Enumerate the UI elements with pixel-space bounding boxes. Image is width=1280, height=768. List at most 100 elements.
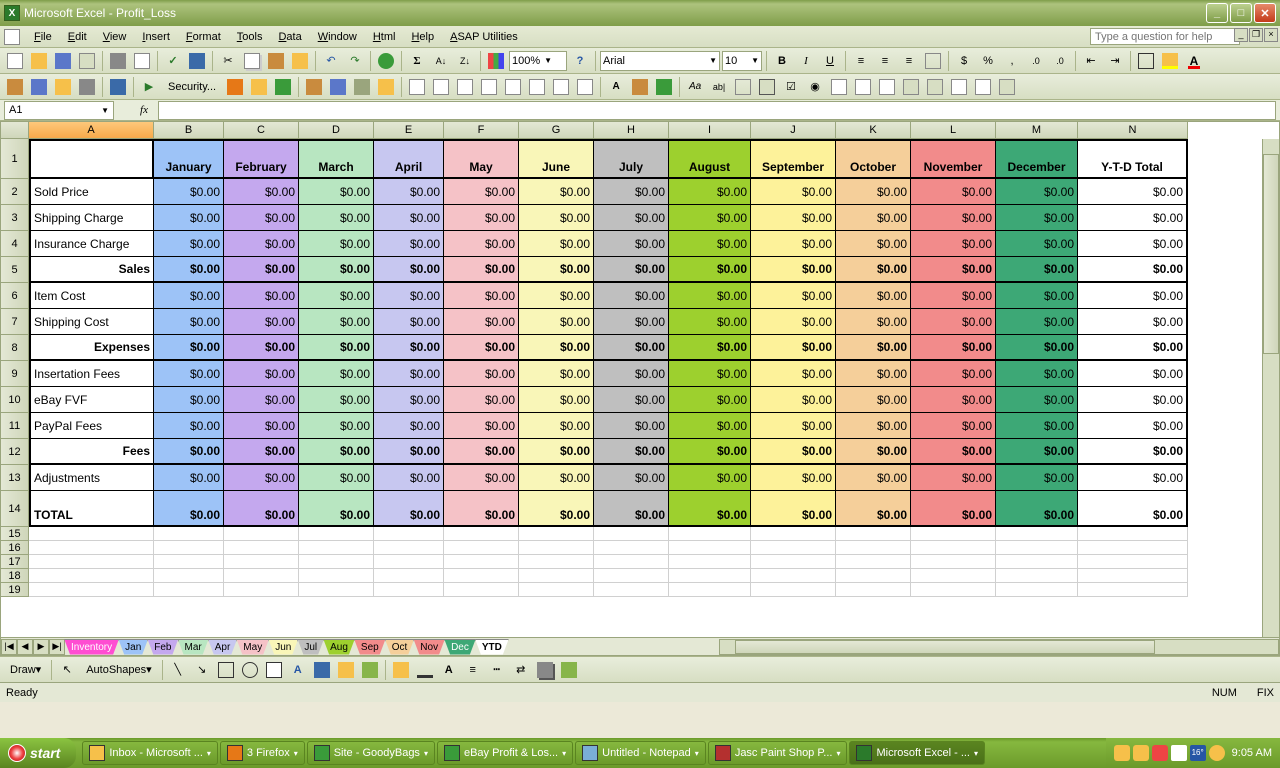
col-header-E[interactable]: E — [374, 122, 444, 139]
data-cell[interactable]: $0.00 — [374, 439, 444, 465]
data-cell[interactable]: $0.00 — [911, 179, 996, 205]
empty-cell[interactable] — [444, 583, 519, 597]
empty-cell[interactable] — [154, 583, 224, 597]
row-label-cell[interactable]: Shipping Cost — [29, 309, 154, 335]
data-cell[interactable]: $0.00 — [154, 413, 224, 439]
empty-cell[interactable] — [1078, 527, 1188, 541]
data-cell[interactable]: $0.00 — [594, 309, 669, 335]
addin-icon-5[interactable] — [406, 76, 428, 98]
shadow-button[interactable] — [534, 659, 556, 681]
data-cell[interactable]: $0.00 — [911, 257, 996, 283]
data-cell[interactable]: $0.00 — [669, 335, 751, 361]
data-cell[interactable]: $0.00 — [1078, 257, 1188, 283]
data-cell[interactable]: $0.00 — [911, 387, 996, 413]
data-cell[interactable]: $0.00 — [444, 491, 519, 527]
empty-cell[interactable] — [1078, 569, 1188, 583]
month-header-cell[interactable] — [29, 139, 154, 179]
empty-cell[interactable] — [836, 541, 911, 555]
empty-cell[interactable] — [996, 583, 1078, 597]
row-header-15[interactable]: 15 — [1, 527, 29, 541]
row-label-cell[interactable]: eBay FVF — [29, 387, 154, 413]
data-cell[interactable]: $0.00 — [996, 439, 1078, 465]
empty-cell[interactable] — [224, 569, 299, 583]
tab-nav-last[interactable]: ▶| — [49, 639, 65, 655]
dash-style-button[interactable]: ┅ — [486, 659, 508, 681]
month-header-cell[interactable]: December — [996, 139, 1078, 179]
data-cell[interactable]: $0.00 — [1078, 283, 1188, 309]
addin-icon-9[interactable] — [502, 76, 524, 98]
empty-cell[interactable] — [374, 569, 444, 583]
data-cell[interactable]: $0.00 — [751, 257, 836, 283]
empty-cell[interactable] — [224, 555, 299, 569]
empty-cell[interactable] — [154, 555, 224, 569]
vertical-scrollbar[interactable] — [1262, 139, 1279, 637]
data-cell[interactable]: $0.00 — [594, 361, 669, 387]
data-cell[interactable]: $0.00 — [1078, 335, 1188, 361]
sort-asc-button[interactable]: A↓ — [430, 50, 452, 72]
data-cell[interactable]: $0.00 — [751, 413, 836, 439]
empty-cell[interactable] — [444, 527, 519, 541]
font-color-button[interactable]: A — [1183, 50, 1205, 72]
toolbar-icon-5[interactable] — [107, 76, 129, 98]
row-header-1[interactable]: 1 — [1, 139, 29, 179]
row-header-16[interactable]: 16 — [1, 541, 29, 555]
data-cell[interactable]: $0.00 — [444, 179, 519, 205]
addin-icon-12[interactable] — [574, 76, 596, 98]
data-cell[interactable]: $0.00 — [299, 491, 374, 527]
data-cell[interactable]: $0.00 — [224, 387, 299, 413]
data-cell[interactable]: $0.00 — [444, 205, 519, 231]
row-header-4[interactable]: 4 — [1, 231, 29, 257]
data-cell[interactable]: $0.00 — [519, 361, 594, 387]
row-header-12[interactable]: 12 — [1, 439, 29, 465]
empty-cell[interactable] — [669, 555, 751, 569]
data-cell[interactable]: $0.00 — [669, 491, 751, 527]
empty-cell[interactable] — [594, 541, 669, 555]
data-cell[interactable]: $0.00 — [444, 257, 519, 283]
decrease-decimal-button[interactable]: .0 — [1049, 50, 1071, 72]
vba-button[interactable] — [224, 76, 246, 98]
row-header-10[interactable]: 10 — [1, 387, 29, 413]
textbox-button[interactable] — [263, 659, 285, 681]
empty-cell[interactable] — [751, 527, 836, 541]
data-cell[interactable]: $0.00 — [519, 387, 594, 413]
row-header-9[interactable]: 9 — [1, 361, 29, 387]
col-header-M[interactable]: M — [996, 122, 1078, 139]
form-code-button[interactable] — [972, 76, 994, 98]
data-cell[interactable]: $0.00 — [519, 335, 594, 361]
currency-button[interactable]: $ — [953, 50, 975, 72]
data-cell[interactable]: $0.00 — [224, 335, 299, 361]
row-label-cell[interactable]: TOTAL — [29, 491, 154, 527]
data-cell[interactable]: $0.00 — [836, 413, 911, 439]
data-cell[interactable]: $0.00 — [444, 309, 519, 335]
empty-cell[interactable] — [911, 555, 996, 569]
align-left-button[interactable]: ≡ — [850, 50, 872, 72]
data-cell[interactable]: $0.00 — [1078, 491, 1188, 527]
data-cell[interactable]: $0.00 — [1078, 231, 1188, 257]
addin-icon-8[interactable] — [478, 76, 500, 98]
addin-icon-7[interactable] — [454, 76, 476, 98]
sheet-tab-oct[interactable]: Oct — [385, 639, 415, 655]
tray-icon[interactable] — [1152, 745, 1168, 761]
row-label-cell[interactable]: Item Cost — [29, 283, 154, 309]
form-label-button[interactable]: Aa — [684, 76, 706, 98]
tray-icon[interactable] — [1171, 745, 1187, 761]
row-header-11[interactable]: 11 — [1, 413, 29, 439]
empty-cell[interactable] — [374, 555, 444, 569]
data-cell[interactable]: $0.00 — [911, 231, 996, 257]
sheet-tab-jun[interactable]: Jun — [268, 639, 298, 655]
col-header-H[interactable]: H — [594, 122, 669, 139]
data-cell[interactable]: $0.00 — [996, 283, 1078, 309]
font-name-combo[interactable]: Arial▼ — [600, 51, 720, 71]
data-cell[interactable]: $0.00 — [911, 335, 996, 361]
empty-cell[interactable] — [374, 527, 444, 541]
data-cell[interactable]: $0.00 — [669, 205, 751, 231]
data-cell[interactable]: $0.00 — [224, 309, 299, 335]
menu-file[interactable]: File — [26, 29, 60, 45]
row-header-6[interactable]: 6 — [1, 283, 29, 309]
data-cell[interactable]: $0.00 — [374, 465, 444, 491]
taskbar-item[interactable]: Microsoft Excel - ...▾ — [849, 741, 985, 765]
empty-cell[interactable] — [996, 541, 1078, 555]
sheet-tab-mar[interactable]: Mar — [178, 639, 209, 655]
fill-color-button[interactable] — [1159, 50, 1181, 72]
data-cell[interactable]: $0.00 — [519, 465, 594, 491]
